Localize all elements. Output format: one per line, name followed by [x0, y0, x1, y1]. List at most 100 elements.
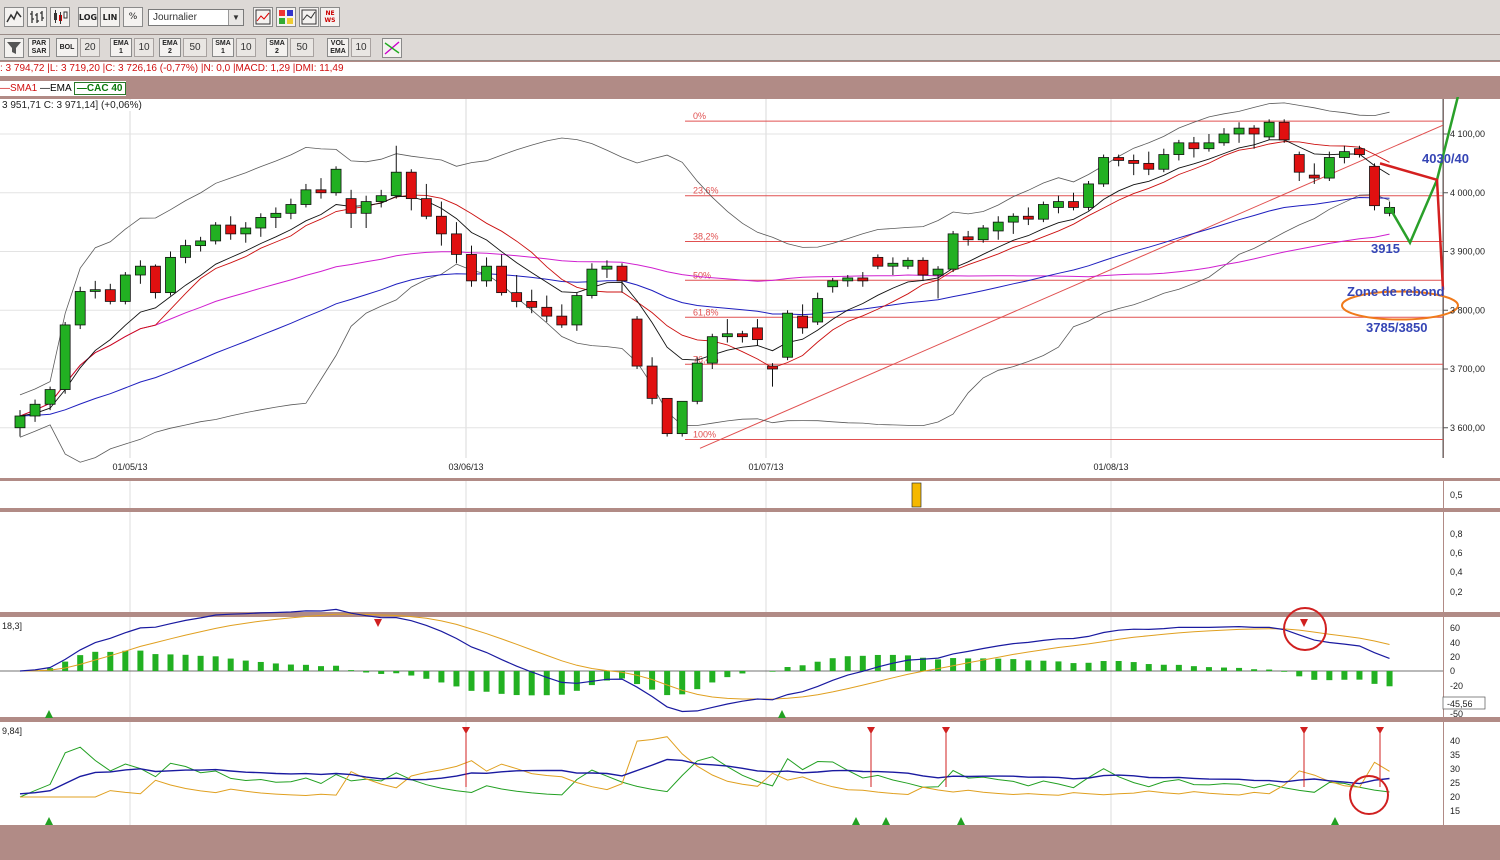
macd-histogram-bar — [227, 658, 234, 671]
candle-down — [420, 198, 432, 217]
bar-chart-icon[interactable] — [27, 7, 47, 27]
candle-down — [767, 365, 778, 370]
percent-scale-button[interactable]: % — [123, 7, 143, 27]
candle-down — [1068, 201, 1079, 208]
macd-histogram-bar — [152, 654, 159, 671]
candle-up — [1218, 133, 1230, 144]
period-select[interactable]: Journalier ▼ — [148, 9, 244, 26]
log-scale-button[interactable]: LOG — [78, 7, 98, 27]
macd-histogram-bar — [393, 671, 400, 674]
macd-histogram-bar — [844, 656, 851, 671]
sma2-button[interactable]: SMA 2 — [266, 38, 288, 57]
candle-up — [571, 295, 583, 326]
sma1-period[interactable]: 10 — [236, 38, 256, 57]
candle-up — [300, 189, 312, 205]
candle-up — [827, 280, 839, 288]
candle-up — [180, 245, 191, 258]
par-sar-button[interactable]: PAR SAR — [28, 38, 50, 57]
candle-down — [1143, 162, 1155, 170]
indicator-toolbar: PAR SAR BOL 20 EMA 1 10 EMA 2 50 SMA 1 1… — [0, 35, 1500, 61]
dmi-tick-label: 40 — [1450, 736, 1460, 746]
fib-label: 38,2% — [693, 232, 719, 242]
volume-bar — [911, 482, 922, 508]
zoom-chart-icon[interactable] — [253, 7, 273, 27]
candle-up — [1173, 142, 1185, 155]
sma1-button[interactable]: SMA 1 — [212, 38, 234, 57]
macd-tick-label: 40 — [1450, 638, 1460, 648]
candle-up — [842, 277, 854, 282]
compare-chart-icon[interactable] — [299, 7, 319, 27]
candle-up — [601, 265, 613, 270]
candle-down — [496, 265, 508, 294]
candle-down — [405, 171, 417, 200]
candle-up — [390, 171, 402, 197]
macd-histogram-bar — [1130, 662, 1137, 671]
bollinger-period[interactable]: 20 — [80, 38, 100, 57]
dmi-tick-label: 15 — [1450, 806, 1460, 816]
macd-histogram-bar — [1296, 671, 1303, 677]
candle-down — [345, 198, 357, 214]
macd-histogram-bar — [333, 665, 340, 671]
news-button[interactable]: NE WS — [320, 7, 340, 27]
linear-scale-button[interactable]: LIN — [100, 7, 120, 27]
candle-down — [526, 301, 538, 308]
macd-histogram-bar — [1236, 667, 1243, 671]
ema1-button[interactable]: EMA 1 — [110, 38, 132, 57]
macd-histogram-bar — [829, 658, 836, 671]
macd-histogram-bar — [874, 654, 881, 671]
macd-histogram-bar — [1386, 671, 1393, 687]
macd-histogram-bar — [257, 661, 264, 671]
ema2-period[interactable]: 50 — [183, 38, 207, 57]
macd-histogram-bar — [694, 671, 701, 690]
candle-down — [435, 215, 447, 235]
dmi-panel-bg — [0, 722, 1443, 825]
macd-histogram-bar — [634, 671, 641, 685]
ema1-period[interactable]: 10 — [134, 38, 154, 57]
sma2-period[interactable]: 50 — [290, 38, 314, 57]
candle-down — [752, 327, 763, 341]
funnel-icon[interactable] — [4, 38, 24, 58]
macd-histogram-bar — [1145, 664, 1152, 671]
line-chart-icon[interactable] — [4, 7, 24, 27]
macd-histogram-bar — [77, 655, 84, 671]
macd-tick-label: -50 — [1450, 709, 1463, 719]
candle-down — [556, 315, 568, 326]
macd-histogram-bar — [182, 654, 189, 671]
candle-up — [1007, 215, 1019, 223]
macd-histogram-bar — [318, 666, 324, 671]
macd-histogram-bar — [408, 671, 415, 676]
macd-histogram-bar — [528, 671, 535, 696]
candle-up — [1098, 157, 1109, 185]
candle-up — [812, 298, 824, 323]
volume-ema-period[interactable]: 10 — [351, 38, 371, 57]
macd-histogram-bar — [1266, 669, 1273, 671]
macd-histogram-bar — [1160, 664, 1167, 671]
candle-up — [29, 403, 41, 417]
candle-up — [375, 195, 387, 202]
draw-tool-icon[interactable] — [382, 38, 402, 58]
y-tick-label: 4 100,00 — [1450, 129, 1485, 139]
candlestick-icon[interactable] — [50, 7, 70, 27]
annotation-label: 4030/40 — [1422, 151, 1469, 166]
macd-histogram-bar — [242, 660, 249, 671]
dmi-tick-label: 25 — [1450, 778, 1460, 788]
candle-up — [255, 217, 267, 229]
price-info-bar: : 3 794,72 |L: 3 719,20 |C: 3 726,16 (-0… — [0, 62, 1500, 76]
macd-histogram-bar — [1070, 663, 1077, 671]
osc-tick-label: 0,4 — [1450, 567, 1463, 577]
legend-ema: —EMA — [40, 83, 72, 94]
candle-up — [481, 265, 492, 282]
macd-histogram-bar — [453, 671, 460, 687]
candle-up — [676, 400, 688, 435]
bollinger-button[interactable]: BOL — [56, 38, 78, 57]
x-tick-label: 01/08/13 — [1093, 462, 1128, 472]
candle-up — [119, 274, 131, 302]
ema2-button[interactable]: EMA 2 — [159, 38, 181, 57]
macd-histogram-bar — [1311, 671, 1318, 680]
color-palette-icon[interactable] — [276, 7, 296, 27]
macd-histogram-bar — [543, 671, 550, 696]
candle-up — [74, 291, 86, 326]
volume-ema-button[interactable]: VOL EMA — [327, 38, 349, 57]
legend-sma1: —SMA1 — [0, 83, 38, 94]
candle-up — [165, 256, 176, 294]
